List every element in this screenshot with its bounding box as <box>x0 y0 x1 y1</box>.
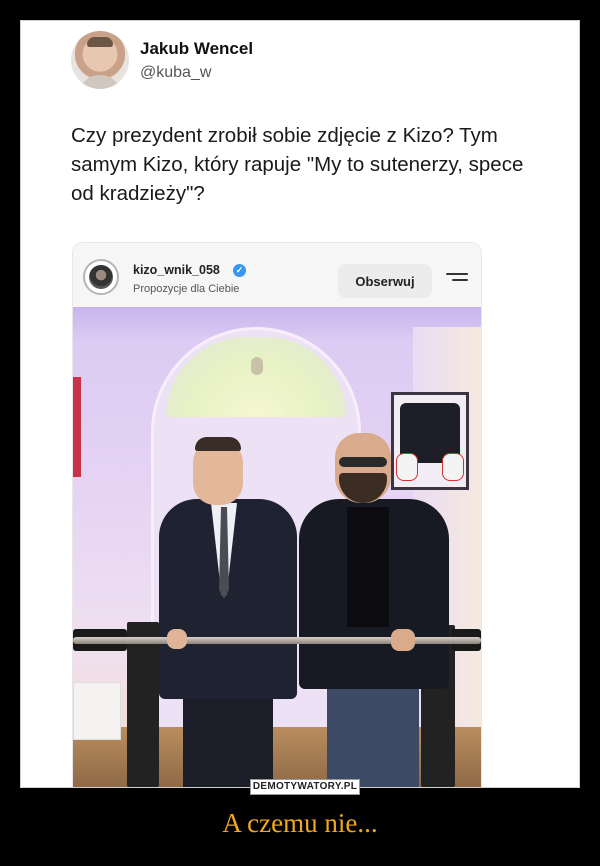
verified-badge-icon: ✓ <box>233 264 246 277</box>
menu-icon[interactable] <box>446 273 468 287</box>
author-handle[interactable]: @kuba_w <box>140 64 211 82</box>
instagram-post-card: kizo_wnik_058 ✓ Propozycje dla Ciebie Ob… <box>73 243 481 787</box>
site-watermark: DEMOTYWATORY.PL <box>250 779 360 795</box>
caption: A czemu nie... <box>222 808 378 838</box>
author-avatar[interactable] <box>71 31 129 89</box>
post-header: kizo_wnik_058 ✓ Propozycje dla Ciebie Ob… <box>73 243 481 307</box>
barbell <box>73 637 481 644</box>
tweet-text: Czy prezydent zrobił sobie zdjęcie z Kiz… <box>71 124 524 205</box>
follow-button[interactable]: Obserwuj <box>338 264 432 298</box>
framed-shirt <box>391 392 469 490</box>
profile-avatar[interactable] <box>83 259 119 295</box>
demotivator-frame: Jakub Wencel @kuba_w Czy prezydent zrobi… <box>20 20 580 788</box>
post-username[interactable]: kizo_wnik_058 <box>133 263 220 277</box>
post-photo <box>73 307 481 787</box>
author-name[interactable]: Jakub Wencel <box>140 39 253 59</box>
post-subtitle: Propozycje dla Ciebie <box>133 283 240 295</box>
